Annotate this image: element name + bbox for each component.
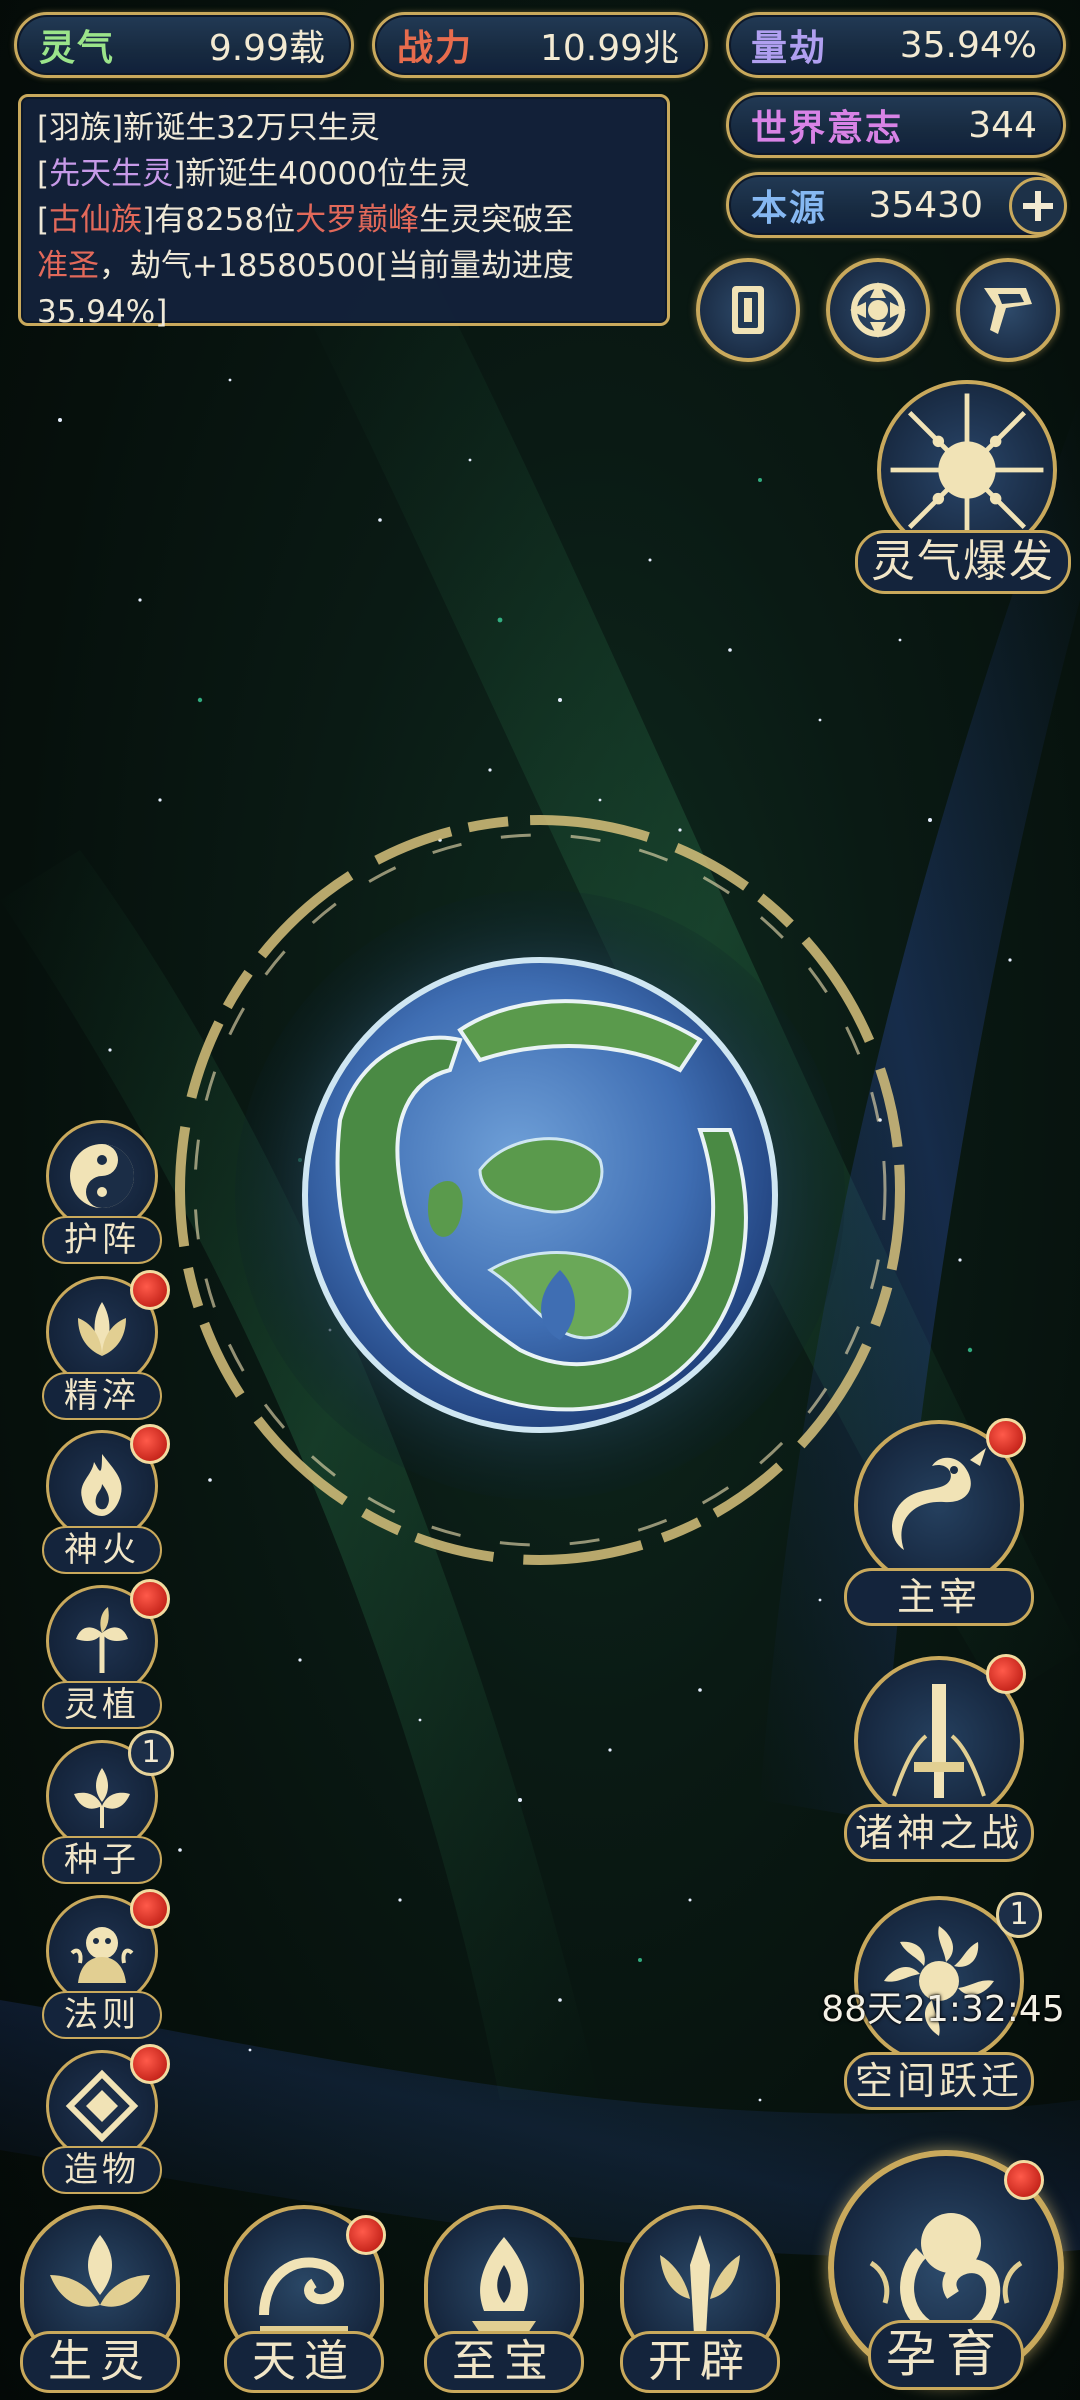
flag-icon [984, 288, 1032, 334]
liangjie-resource[interactable]: 量劫 35.94% [726, 12, 1066, 78]
log-text: ]新诞生40000位生灵 [173, 156, 470, 192]
log-race: 古仙族 [49, 202, 143, 238]
log-line: [羽族]新诞生32万只生灵 [37, 105, 651, 151]
log-line: [古仙族]有8258位大罗巅峰生灵突破至 [37, 197, 651, 243]
log-line: [先天生灵]新诞生40000位生灵 [37, 151, 651, 197]
zhibao-label: 至宝 [424, 2331, 584, 2393]
zhanli-resource[interactable]: 战力 10.99兆 [372, 12, 708, 78]
fa-ze-button[interactable]: 法则 [38, 1889, 170, 2039]
notification-dot [986, 1654, 1026, 1694]
add-benyuan-button[interactable] [1009, 177, 1067, 235]
planet-area[interactable] [160, 790, 920, 1590]
plus-icon [1023, 191, 1053, 221]
count-badge: 1 [996, 1892, 1042, 1938]
log-line: 35.94%] [37, 289, 651, 335]
zhanli-label: 战力 [397, 28, 474, 69]
shijie-label: 世界意志 [751, 108, 904, 149]
event-log: [羽族]新诞生32万只生灵 [先天生灵]新诞生40000位生灵 [古仙族]有82… [18, 94, 670, 330]
jump-timer: 88天21:32:45 [821, 1989, 1065, 2030]
lingqi-burst-button[interactable]: 灵气爆发 [855, 380, 1075, 600]
burst-label: 灵气爆发 [855, 530, 1071, 594]
nav-zhibao[interactable]: 至宝 [414, 2205, 594, 2395]
notification-dot [130, 1579, 170, 1619]
lotus-icon [78, 1302, 126, 1356]
wave-icon [259, 2257, 348, 2332]
shen-huo-label: 神火 [42, 1526, 162, 1574]
log-text: [羽族]新诞生32万只生灵 [37, 110, 380, 146]
notification-dot [1004, 2160, 1044, 2200]
nav-shengling[interactable]: 生灵 [10, 2205, 190, 2395]
shen-huo-button[interactable]: 神火 [38, 1424, 170, 1574]
zao-wu-label: 造物 [42, 2146, 162, 2194]
zhanli-value: 10.99兆 [539, 28, 679, 69]
yunyu-label: 孕育 [868, 2320, 1024, 2390]
nav-kaipi[interactable]: 开辟 [610, 2205, 790, 2395]
plant-icon [76, 1607, 128, 1673]
log-text: ]有8258位 [142, 202, 296, 238]
ling-zhi-button[interactable]: 灵植 [38, 1579, 170, 1729]
count-badge: 1 [128, 1730, 174, 1776]
notification-dot [130, 1424, 170, 1464]
log-text: [ [37, 202, 50, 238]
notification-dot [346, 2215, 386, 2255]
log-realm: 准圣 [37, 248, 99, 284]
planet[interactable] [160, 790, 920, 1590]
treasure-icon [472, 2237, 536, 2333]
flag-button[interactable] [956, 258, 1060, 362]
log-text: [ [37, 156, 50, 192]
rule-icon [70, 1927, 134, 1983]
shengling-label: 生灵 [20, 2331, 180, 2393]
yin-yang-icon [70, 1144, 134, 1208]
benyuan-label: 本源 [751, 188, 828, 229]
lingqi-value: 9.99载 [208, 28, 325, 69]
liangjie-label: 量劫 [751, 28, 828, 69]
zhu-shen-label: 诸神之战 [844, 1804, 1034, 1862]
benyuan-value: 35430 [868, 184, 983, 226]
log-text: ，劫气+18580500[当前量劫进度 [99, 248, 574, 284]
zao-wu-button[interactable]: 造物 [38, 2044, 170, 2194]
log-race: 先天生灵 [49, 156, 174, 192]
ling-zhi-label: 灵植 [42, 1681, 162, 1729]
lingqi-resource[interactable]: 灵气 9.99载 [14, 12, 354, 78]
zhu-zai-button[interactable]: 主宰 [844, 1418, 1034, 1630]
portal-icon [850, 282, 906, 338]
dragon-icon [892, 1448, 986, 1550]
fa-ze-label: 法则 [42, 1991, 162, 2039]
shijie-resource[interactable]: 世界意志 344 [726, 92, 1066, 158]
benyuan-resource[interactable]: 本源 35430 [726, 172, 1067, 238]
card-button[interactable] [696, 258, 800, 362]
nav-tiandao[interactable]: 天道 [214, 2205, 394, 2395]
hu-zhen-label: 护阵 [42, 1216, 162, 1264]
kong-jian-label: 空间跃迁 [844, 2052, 1034, 2110]
kaipi-label: 开辟 [620, 2331, 780, 2393]
zhu-zai-label: 主宰 [844, 1568, 1034, 1626]
phoenix-icon [50, 2235, 150, 2307]
lingqi-label: 灵气 [39, 28, 116, 69]
seed-icon [74, 1768, 130, 1828]
card-icon [732, 286, 764, 334]
hu-zhen-button[interactable]: 护阵 [38, 1120, 162, 1264]
tiandao-label: 天道 [224, 2331, 384, 2393]
flame-icon [81, 1454, 122, 1516]
creation-icon [65, 2069, 139, 2143]
jing-cui-label: 精淬 [42, 1372, 162, 1420]
portal-button[interactable] [826, 258, 930, 362]
notification-dot [130, 1889, 170, 1929]
log-text: 35.94%] [37, 294, 168, 330]
log-line: 准圣，劫气+18580500[当前量劫进度 [37, 243, 651, 289]
log-text: 生灵突破至 [419, 202, 575, 238]
zhong-zi-label: 种子 [42, 1836, 162, 1884]
jing-cui-button[interactable]: 精淬 [38, 1270, 170, 1420]
shijie-value: 344 [968, 104, 1037, 146]
notification-dot [130, 2044, 170, 2084]
axe-icon [660, 2235, 740, 2335]
liangjie-value: 35.94% [899, 24, 1037, 66]
zhu-shen-button[interactable]: 诸神之战 [844, 1654, 1034, 1866]
nav-yunyu[interactable]: 孕育 [828, 2150, 1068, 2395]
log-realm: 大罗巅峰 [295, 202, 420, 238]
notification-dot [986, 1418, 1026, 1458]
zhong-zi-button[interactable]: 种子 1 [38, 1730, 174, 1884]
notification-dot [130, 1270, 170, 1310]
sword-icon [892, 1684, 986, 1798]
